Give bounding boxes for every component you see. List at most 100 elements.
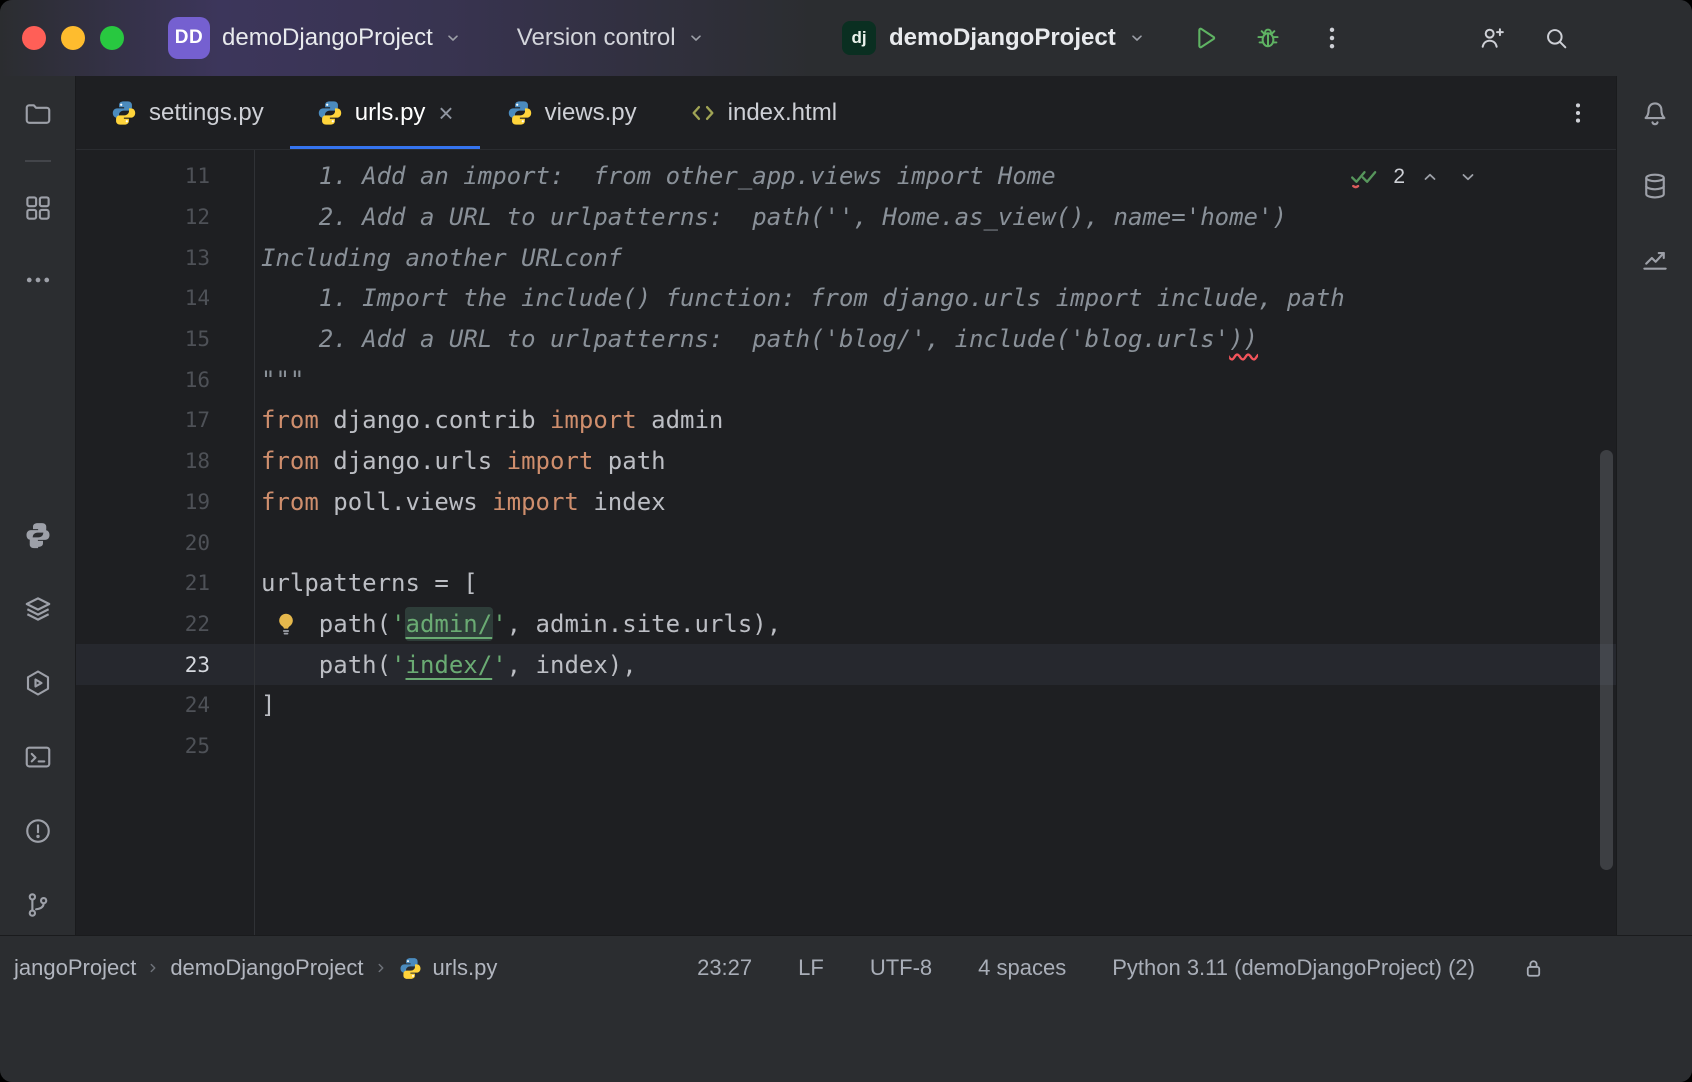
vcs-selector[interactable]: Version control	[517, 24, 704, 52]
code-line[interactable]: 15 2. Add a URL to urlpatterns: path('bl…	[76, 319, 1616, 360]
database-icon[interactable]	[1637, 168, 1673, 204]
tab-label: settings.py	[149, 99, 264, 127]
tab-label: index.html	[728, 99, 837, 127]
more-icon[interactable]	[20, 262, 56, 298]
django-icon: dj	[842, 21, 876, 55]
chevron-right-icon	[374, 961, 388, 975]
code-line[interactable]: 22 path('admin/', admin.site.urls),	[76, 604, 1616, 645]
python-icon[interactable]	[20, 517, 56, 553]
next-problem-button[interactable]	[1455, 164, 1481, 190]
editor[interactable]: 11 1. Add an import: from other_app.view…	[76, 150, 1616, 935]
run-config-selector[interactable]: dj demoDjangoProject	[842, 0, 1145, 76]
cursor-position[interactable]: 23:27	[697, 955, 752, 981]
breadcrumb-item[interactable]: demoDjangoProject	[170, 955, 363, 981]
code-line[interactable]: 19from poll.views import index	[76, 482, 1616, 523]
code-area: 11 1. Add an import: from other_app.view…	[76, 150, 1616, 935]
python-interpreter[interactable]: Python 3.11 (demoDjangoProject) (2)	[1112, 955, 1475, 981]
code-line[interactable]: 25	[76, 726, 1616, 767]
python-file-icon	[316, 99, 344, 127]
breadcrumb-item[interactable]: jangoProject	[14, 955, 136, 981]
scrollbar-thumb[interactable]	[1600, 450, 1613, 870]
tab-options-icon[interactable]	[1560, 95, 1596, 131]
project-name: demoDjangoProject	[222, 24, 433, 52]
bell-icon[interactable]	[1637, 96, 1673, 132]
status-right: 23:27 LF UTF-8 4 spaces Python 3.11 (demoDja…	[697, 949, 1666, 987]
breadcrumb-file[interactable]: urls.py	[398, 955, 498, 981]
terminal-icon[interactable]	[20, 739, 56, 775]
stripe-divider	[25, 160, 51, 162]
code-line[interactable]: 12 2. Add a URL to urlpatterns: path('',…	[76, 197, 1616, 238]
line-number: 17	[76, 408, 254, 432]
line-number: 18	[76, 449, 254, 473]
close-icon[interactable]: ×	[438, 100, 453, 126]
tab-bar: settings.py urls.py × views.py index.html	[76, 76, 1616, 150]
left-stripe-bottom	[20, 517, 56, 923]
tab-settings-py[interactable]: settings.py	[84, 76, 290, 149]
folder-icon[interactable]	[20, 96, 56, 132]
structure-icon[interactable]	[20, 190, 56, 226]
tab-views-py[interactable]: views.py	[480, 76, 663, 149]
line-number: 19	[76, 490, 254, 514]
file-encoding[interactable]: UTF-8	[870, 955, 932, 981]
tab-list: settings.py urls.py × views.py index.html	[84, 76, 863, 149]
lock-icon[interactable]	[1521, 956, 1546, 981]
line-number: 14	[76, 286, 254, 310]
code-line[interactable]: 18from django.urls import path	[76, 441, 1616, 482]
line-separator[interactable]: LF	[798, 955, 824, 981]
code-line[interactable]: 16"""	[76, 359, 1616, 400]
indent-style[interactable]: 4 spaces	[978, 955, 1066, 981]
python-file-icon	[398, 956, 423, 981]
git-branch-icon[interactable]	[20, 887, 56, 923]
traffic-light-zoom[interactable]	[100, 26, 124, 50]
pycharm-window: DD demoDjangoProject Version control dj …	[0, 0, 1692, 1082]
titlebar-actions	[1186, 20, 1574, 56]
code-line[interactable]: 20	[76, 522, 1616, 563]
code-line[interactable]: 21urlpatterns = [	[76, 563, 1616, 604]
tab-urls-py[interactable]: urls.py ×	[290, 76, 480, 149]
debug-button[interactable]	[1250, 20, 1286, 56]
traffic-light-minimize[interactable]	[61, 26, 85, 50]
line-number: 11	[76, 164, 254, 188]
code-line[interactable]: 14 1. Import the include() function: fro…	[76, 278, 1616, 319]
line-number: 15	[76, 327, 254, 351]
code-line[interactable]: 17from django.contrib import admin	[76, 400, 1616, 441]
add-user-button[interactable]	[1474, 20, 1510, 56]
python-file-icon	[506, 99, 534, 127]
chart-icon[interactable]	[1637, 240, 1673, 276]
tab-label: urls.py	[355, 99, 426, 127]
problems-icon[interactable]	[20, 813, 56, 849]
code-line[interactable]: 23 path('index/', index),	[76, 644, 1616, 685]
tab-index-html[interactable]: index.html	[663, 76, 863, 149]
code-line[interactable]: 13Including another URLconf	[76, 237, 1616, 278]
code-text: urlpatterns = [	[254, 569, 478, 597]
code-text: path('index/', index),	[254, 651, 637, 679]
layers-icon[interactable]	[20, 591, 56, 627]
code-text: 2. Add a URL to urlpatterns: path('', Ho…	[254, 203, 1287, 231]
line-number: 13	[76, 246, 254, 270]
traffic-light-close[interactable]	[22, 26, 46, 50]
left-tool-stripe	[0, 76, 76, 935]
vcs-label: Version control	[517, 24, 676, 52]
chevron-right-icon	[146, 961, 160, 975]
run-config-name: demoDjangoProject	[889, 24, 1116, 52]
search-button[interactable]	[1538, 20, 1574, 56]
run-button[interactable]	[1186, 20, 1222, 56]
code-text: 1. Add an import: from other_app.views i…	[254, 162, 1056, 190]
inspection-count: 2	[1393, 165, 1405, 189]
line-number: 16	[76, 368, 254, 392]
code-text: Including another URLconf	[254, 244, 622, 272]
code-text: path('admin/', admin.site.urls),	[254, 610, 781, 638]
project-selector[interactable]: DD demoDjangoProject	[168, 17, 461, 59]
code-text: from django.urls import path	[254, 447, 666, 475]
chevron-down-icon	[1129, 30, 1145, 46]
play-badge-icon[interactable]	[20, 665, 56, 701]
code-line[interactable]: 24]	[76, 685, 1616, 726]
html-file-icon	[689, 99, 717, 127]
left-stripe-top	[20, 96, 56, 298]
inspections-widget[interactable]: 2	[1349, 164, 1481, 190]
code-text: 2. Add a URL to urlpatterns: path('blog/…	[254, 325, 1258, 353]
lightbulb-icon[interactable]	[272, 610, 300, 638]
prev-problem-button[interactable]	[1417, 164, 1443, 190]
more-options-icon[interactable]	[1314, 20, 1350, 56]
project-badge: DD	[168, 17, 210, 59]
